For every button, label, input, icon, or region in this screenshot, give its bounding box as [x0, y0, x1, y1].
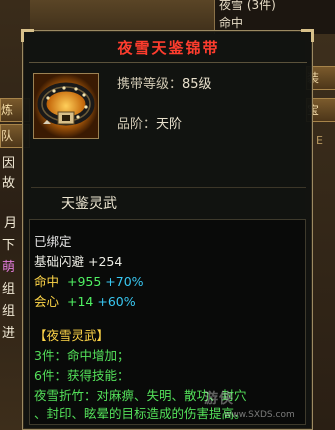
- bg-text-fragment: 月: [4, 216, 18, 231]
- set-subtitle: 天鉴灵武: [61, 196, 117, 212]
- set-effect-3: 3件：命中增加；: [34, 348, 130, 363]
- item-tooltip: 夜雪天鉴锦带 携带等级：85级 品阶：天阶 天鉴灵武 已绑定 基础闪避 +254…: [21, 29, 314, 430]
- grade-value: 天阶: [156, 117, 183, 132]
- base-dodge-stat: 基础闪避 +254: [34, 254, 123, 269]
- stat-bonus: +70%: [105, 274, 144, 289]
- set-name: 【夜雪灵武】: [34, 328, 110, 343]
- grade-row: 品阶：天阶: [117, 113, 182, 132]
- hit-stat: 命中 +955 +70%: [34, 274, 144, 290]
- set-skill-desc-cont: 、封印、眩晕的目标造成的伤害提高。: [34, 406, 247, 421]
- bg-text-fragment: 故: [2, 176, 16, 191]
- stat-name: 命中: [34, 274, 60, 289]
- carry-level-label: 携带等级：: [117, 77, 183, 92]
- watermark-logo: 游侠: [204, 391, 234, 407]
- bg-text-fragment: 萌: [2, 260, 16, 275]
- tab-label: 队: [1, 129, 14, 143]
- divider: [29, 62, 307, 63]
- stat-bonus: +60%: [97, 294, 136, 309]
- tab-label: 炼: [1, 103, 14, 117]
- divider: [31, 187, 306, 188]
- carry-level-value: 85级: [182, 77, 212, 92]
- stats-panel: 已绑定 基础闪避 +254 命中 +955 +70% 会心 +14 +60% 【…: [29, 219, 306, 425]
- belt-icon: [34, 74, 98, 138]
- watermark-url: www.SXDS.com: [224, 410, 295, 420]
- stat-value: +14: [66, 294, 94, 309]
- grade-label: 品阶：: [117, 117, 157, 132]
- bound-status: 已绑定: [34, 234, 72, 249]
- carry-level-row: 携带等级：85级: [117, 73, 212, 92]
- crit-stat: 会心 +14 +60%: [34, 294, 136, 310]
- stat-name: 会心: [34, 294, 60, 309]
- background-status-panel: 夜雪 (3件) 命中: [214, 0, 335, 34]
- bg-text-fragment: 下: [2, 238, 16, 253]
- panel-row: 夜雪 (3件): [219, 0, 276, 12]
- item-icon-frame: [33, 73, 99, 139]
- bg-text-fragment: 组: [2, 282, 16, 297]
- bg-text-fragment: 进: [2, 326, 16, 341]
- panel-row: 命中: [219, 16, 244, 30]
- bg-text-fragment: 组: [2, 304, 16, 319]
- item-name: 夜雪天鉴锦带: [117, 39, 220, 57]
- bg-text-fragment: E: [316, 134, 323, 147]
- set-effect-6: 6件：获得技能：: [34, 368, 130, 383]
- stat-value: +955: [66, 274, 102, 289]
- bg-text-fragment: 因: [2, 156, 16, 171]
